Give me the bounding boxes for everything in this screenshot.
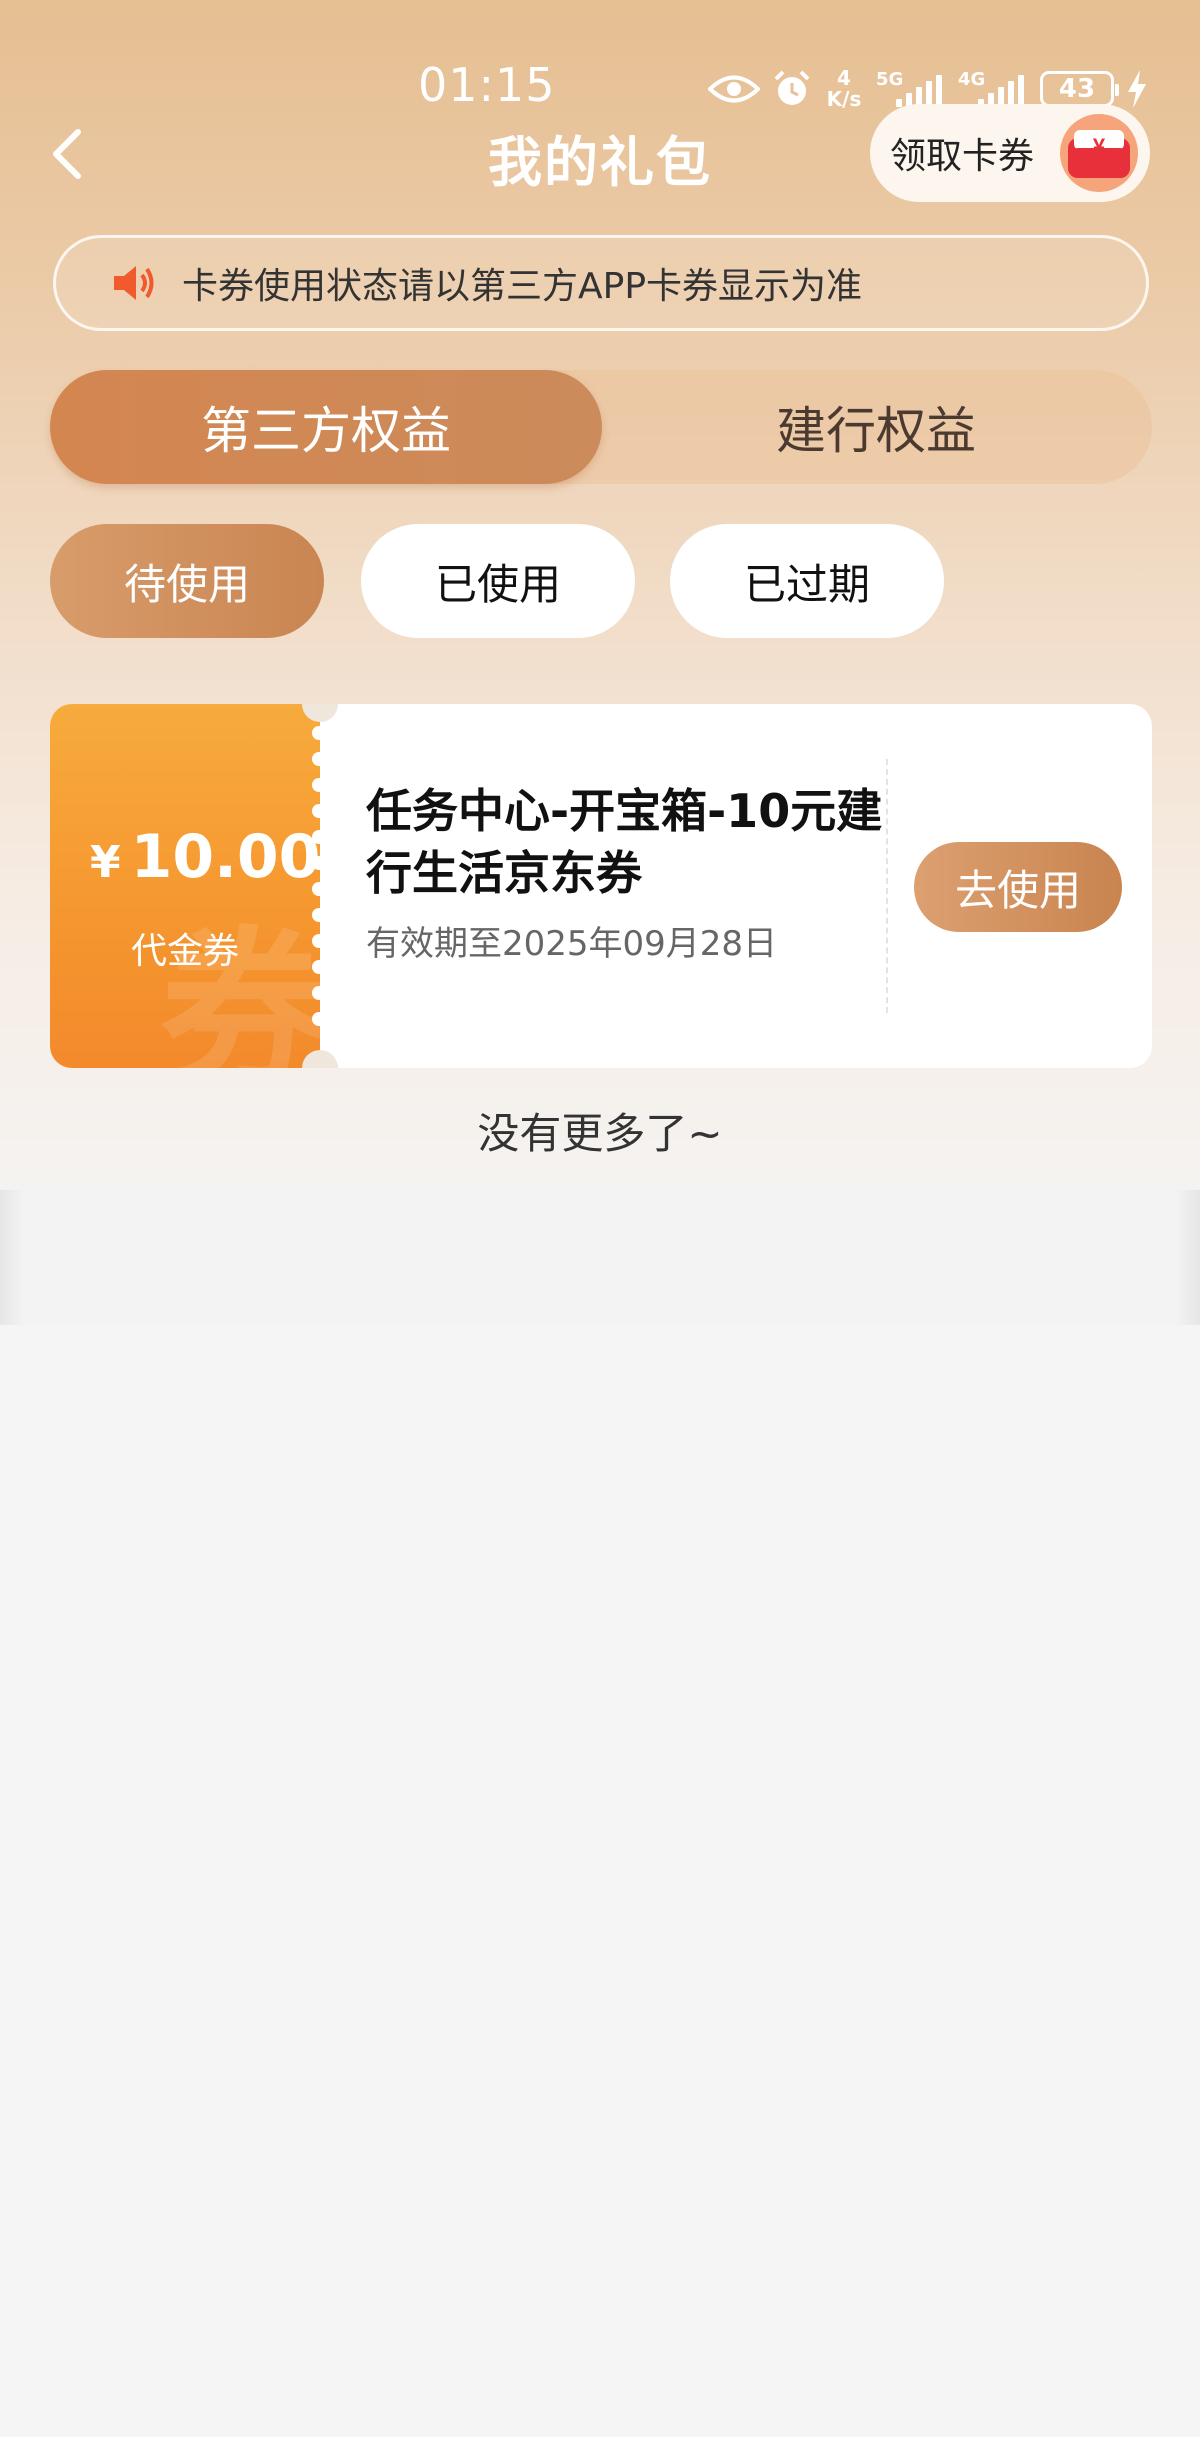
notice-banner: 卡券使用状态请以第三方APP卡券显示为准 bbox=[53, 235, 1149, 331]
claim-coupon-button[interactable]: 领取卡券 ¥ bbox=[870, 104, 1150, 202]
battery-icon: 43 bbox=[1040, 71, 1119, 107]
notice-text: 卡券使用状态请以第三方APP卡券显示为准 bbox=[182, 266, 863, 307]
back-icon[interactable] bbox=[48, 128, 88, 180]
network-speed: 4 K/s bbox=[824, 68, 864, 110]
signal-icon bbox=[896, 75, 942, 107]
use-coupon-button[interactable]: 去使用 bbox=[914, 842, 1122, 932]
signal-5g: 5G bbox=[876, 69, 946, 109]
list-end-text: 没有更多了~ bbox=[477, 1109, 723, 1158]
coupon-expiry: 有效期至2025年09月28日 bbox=[366, 924, 778, 964]
speed-unit: K/s bbox=[826, 87, 862, 111]
coupon-title: 任务中心-开宝箱-10元建行生活京东券 bbox=[366, 784, 883, 900]
alarm-icon bbox=[774, 70, 810, 105]
page-title: 我的礼包 bbox=[488, 131, 712, 194]
wallet-icon: ¥ bbox=[1060, 114, 1138, 192]
coupon-perforation bbox=[312, 704, 328, 1068]
filter-used[interactable]: 已使用 bbox=[361, 524, 635, 638]
benefit-tabs: 第三方权益 建行权益 bbox=[50, 370, 1152, 484]
coupon-card: 券 ¥ 10.00 代金券 任务中心-开宝箱-10元建行生活京东券 有效期至20… bbox=[50, 704, 1152, 1068]
coupon-value-panel: 券 ¥ 10.00 代金券 bbox=[50, 704, 330, 1068]
tab-ccb[interactable]: 建行权益 bbox=[600, 370, 1152, 484]
filter-unused[interactable]: 待使用 bbox=[50, 524, 324, 638]
coupon-divider bbox=[886, 759, 888, 1013]
coupon-currency: ¥ bbox=[90, 837, 121, 888]
status-time: 01:15 bbox=[418, 58, 556, 112]
coupon-amount-value: 10.00 bbox=[130, 822, 321, 892]
coupon-type: 代金券 bbox=[130, 931, 239, 972]
charging-icon bbox=[1128, 70, 1146, 108]
battery-level: 43 bbox=[1058, 74, 1096, 104]
signal-4g: 4G bbox=[958, 69, 1028, 109]
eye-icon bbox=[708, 75, 760, 103]
signal-icon bbox=[978, 75, 1024, 107]
filter-expired[interactable]: 已过期 bbox=[670, 524, 944, 638]
wallet-symbol: ¥ bbox=[1093, 134, 1106, 159]
coupon-amount: ¥ 10.00 bbox=[90, 822, 320, 892]
claim-coupon-label: 领取卡券 bbox=[890, 136, 1035, 177]
speaker-icon bbox=[114, 266, 154, 300]
tab-third-party[interactable]: 第三方权益 bbox=[50, 370, 602, 484]
content-band bbox=[0, 1190, 1200, 1325]
speed-value: 4 bbox=[837, 66, 851, 90]
